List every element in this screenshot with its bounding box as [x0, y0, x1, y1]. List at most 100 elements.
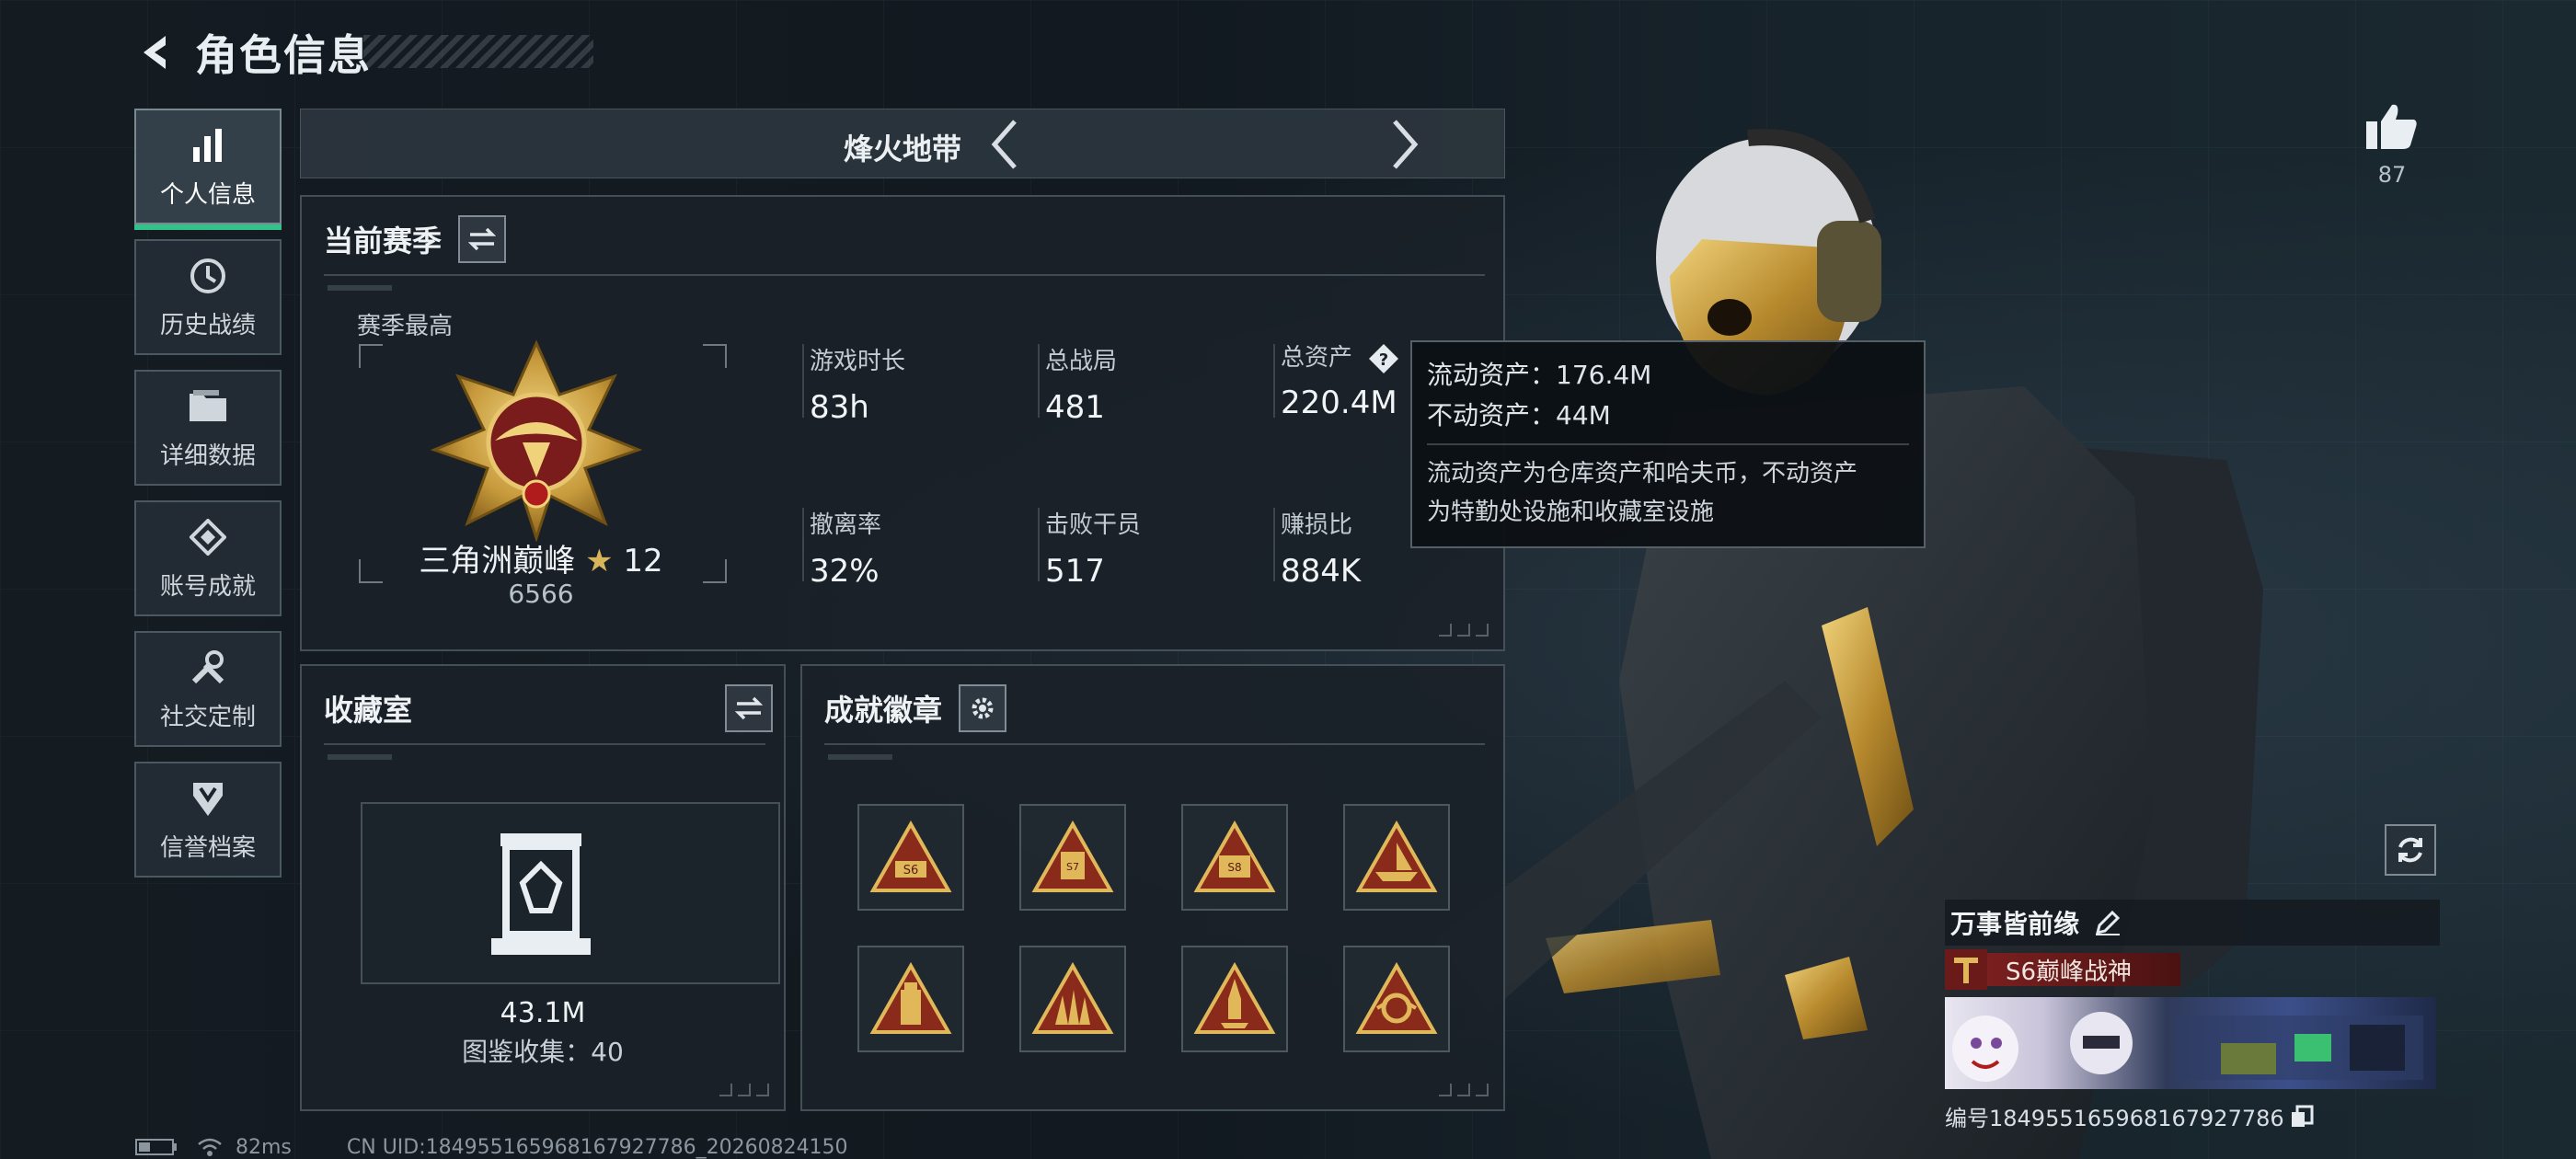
sidebar-item-social-custom[interactable]: 社交定制 — [134, 631, 282, 747]
season-panel: 当前赛季 赛季最高 三角洲巅峰 ★ 12 6566 游戏时长 83h 总战局 4… — [300, 195, 1505, 651]
battery-icon — [135, 1139, 177, 1155]
badge-slot[interactable] — [1181, 946, 1288, 1052]
stat-value: 220.4M — [1281, 384, 1397, 421]
tooltip-fixed-assets: 不动资产：44M — [1427, 400, 1611, 430]
refresh-icon — [2398, 837, 2422, 863]
mode-title: 烽火地带 — [843, 132, 961, 166]
badges-panel: 成就徽章 S6 S7 S8 — [800, 664, 1505, 1111]
stat-total-matches: 总战局 481 — [1045, 342, 1117, 426]
chevron-right-icon[interactable] — [1377, 117, 1432, 172]
badges-panel-header: 成就徽章 — [824, 683, 1007, 734]
badge-s6-icon: S6 — [869, 820, 952, 892]
display-case-icon — [491, 833, 591, 955]
badge-slot[interactable] — [857, 946, 964, 1052]
swap-arrows-icon — [468, 227, 497, 251]
decorative-text — [328, 754, 392, 760]
stat-value: 517 — [1045, 553, 1105, 590]
corner-decoration — [1439, 624, 1489, 637]
season-title: 当前赛季 — [324, 224, 443, 258]
badge-grid: S6 S7 S8 — [857, 804, 1450, 1052]
sidebar-item-achievements[interactable]: 账号成就 — [134, 500, 282, 616]
stat-total-assets: 总资产 ? 220.4M — [1281, 339, 1400, 421]
star-icon: ★ — [585, 543, 614, 580]
wrench-icon — [187, 647, 229, 689]
player-name-row: 万事皆前缘 — [1945, 900, 2440, 946]
stat-label-text: 总资产 — [1281, 344, 1353, 372]
stat-value: 481 — [1045, 389, 1105, 426]
badge-ship-icon — [1355, 820, 1438, 892]
shield-badge-icon — [187, 777, 229, 820]
stat-value: 32% — [810, 553, 880, 590]
player-name: 万事皆前缘 — [1950, 909, 2080, 939]
thumbs-up-icon — [2366, 104, 2417, 149]
title-badge-icon — [1945, 949, 1987, 990]
tooltip-divider — [1427, 443, 1909, 445]
like-widget[interactable]: 87 — [2355, 101, 2429, 188]
player-banner — [1945, 997, 2436, 1089]
svg-text:?: ? — [1379, 350, 1388, 370]
rank-emblem-icon — [431, 339, 642, 542]
corner-decoration — [719, 1084, 769, 1096]
sidebar-item-detailed-data[interactable]: 详细数据 — [134, 370, 282, 486]
player-title-row: S6巅峰战神 — [1945, 949, 2440, 990]
status-bar: 82ms CN UID:18495516596816792778​6_20260… — [134, 1135, 848, 1159]
stat-separator — [1273, 344, 1275, 418]
badge-slot[interactable] — [1343, 804, 1450, 911]
collection-title: 收藏室 — [324, 693, 413, 728]
page-title: 角色信息 — [195, 30, 372, 80]
collection-panel[interactable]: 收藏室 43.1M 图鉴收集：40 — [300, 664, 786, 1111]
stat-separator — [1038, 508, 1040, 581]
stat-play-time: 游戏时长 83h — [810, 342, 905, 426]
stat-value: 884K — [1281, 553, 1362, 590]
back-arrow-icon[interactable] — [129, 25, 184, 80]
tooltip-liquid-assets: 流动资产：176.4M — [1427, 360, 1652, 390]
refresh-button[interactable] — [2385, 824, 2436, 876]
rank-name-row: 三角洲巅峰 ★ 12 — [357, 535, 725, 580]
achievement-diamond-icon — [187, 516, 229, 558]
badge-slot[interactable]: S8 — [1181, 804, 1288, 911]
sidebar-item-personal-info[interactable]: 个人信息 — [134, 109, 282, 230]
season-panel-header: 当前赛季 — [324, 213, 507, 265]
corner-decoration — [1439, 1084, 1489, 1096]
mode-selector: 烽火地带 — [300, 109, 1505, 178]
swap-arrows-icon — [735, 696, 763, 720]
collection-value: 43.1M — [500, 997, 586, 1029]
help-question-icon[interactable]: ? — [1367, 342, 1400, 375]
switch-season-button[interactable] — [458, 215, 507, 263]
badge-tower-icon — [869, 962, 952, 1034]
copy-icon[interactable] — [2290, 1105, 2314, 1129]
sidebar-item-match-history[interactable]: 历史战绩 — [134, 239, 282, 355]
header: 角色信息 — [129, 20, 372, 85]
badges-title: 成就徽章 — [824, 693, 943, 728]
stat-profit-loss: 赚损比 884K — [1281, 506, 1361, 590]
player-id-row: 编号1849551659681679277​86 — [1945, 1100, 2440, 1132]
decorative-text — [828, 754, 892, 760]
tooltip-description-line2: 为特勤处设施和收藏室设施 — [1427, 499, 1715, 526]
title-decoration-stripe — [363, 35, 593, 68]
rank-score: 6566 — [508, 579, 574, 609]
stat-label: 游戏时长 — [810, 348, 906, 375]
badge-slot[interactable]: S6 — [857, 804, 964, 911]
badge-slot[interactable] — [1019, 946, 1126, 1052]
badge-warriors-icon — [1031, 962, 1114, 1034]
sidebar-item-label: 社交定制 — [159, 703, 256, 731]
history-clock-icon — [187, 255, 229, 297]
edit-pencil-icon[interactable] — [2094, 909, 2122, 936]
badge-slot[interactable]: S7 — [1019, 804, 1126, 911]
bar-chart-icon — [187, 124, 229, 166]
wifi-icon — [198, 1138, 222, 1156]
player-card: 万事皆前缘 S6巅峰战神 编号1849551659681679277​86 — [1945, 900, 2440, 1132]
svg-text:S6: S6 — [903, 864, 919, 878]
folder-icon — [187, 385, 229, 428]
sidebar-item-label: 信誉档案 — [159, 833, 256, 862]
badge-slot[interactable] — [1343, 946, 1450, 1052]
sidebar-item-label: 账号成就 — [159, 572, 256, 601]
rank-level: 12 — [623, 543, 663, 580]
collection-count: 图鉴收集：40 — [462, 1037, 624, 1067]
stat-label: 赚损比 — [1281, 511, 1353, 539]
sidebar-item-credit-record[interactable]: 信誉档案 — [134, 762, 282, 878]
player-title: S6巅峰战神 — [1987, 953, 2180, 986]
panel-divider — [324, 274, 1485, 276]
switch-collection-button[interactable] — [725, 684, 773, 732]
badge-settings-button[interactable] — [959, 684, 1007, 732]
